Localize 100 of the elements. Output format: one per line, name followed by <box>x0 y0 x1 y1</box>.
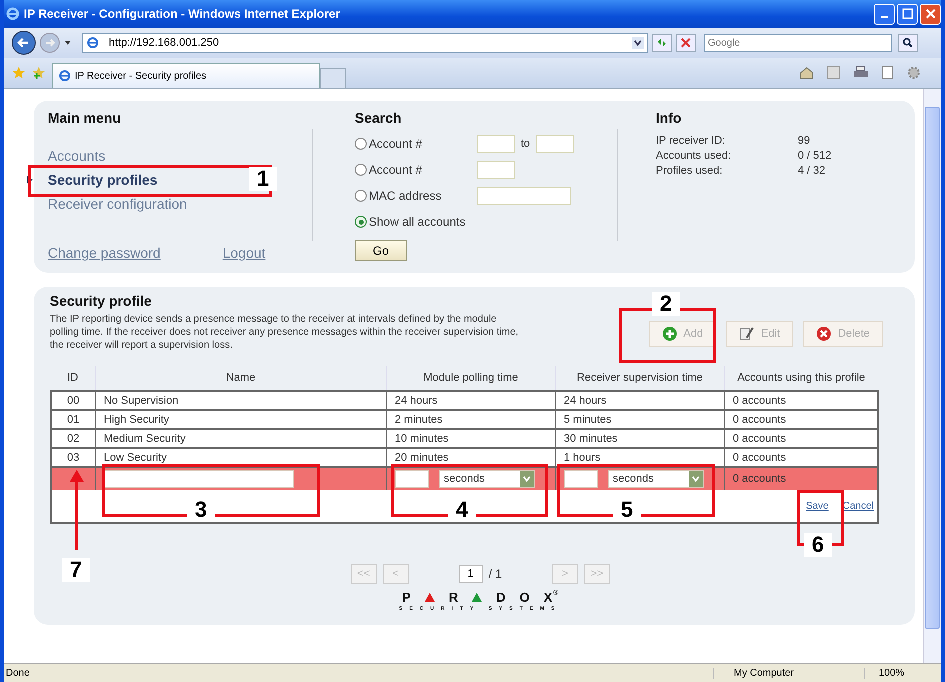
radio-label[interactable]: MAC address <box>369 189 442 203</box>
callout-number: 2 <box>652 292 680 316</box>
callout-number: 1 <box>249 167 278 191</box>
section-heading: Main menu <box>48 110 122 126</box>
window-title: IP Receiver - Configuration - Windows Internet Explorer <box>24 7 342 21</box>
radio-button[interactable] <box>355 138 367 150</box>
status-text: Done <box>6 668 31 678</box>
menu-link[interactable]: Logout <box>222 245 266 261</box>
maximize-icon <box>902 8 914 20</box>
menu-item[interactable]: Security profiles <box>48 172 158 188</box>
page-field[interactable]: 1 <box>458 565 483 583</box>
table-cell: 0 accounts <box>733 473 786 485</box>
info-label: Profiles used: <box>656 165 724 177</box>
table-cell: 0 accounts <box>724 391 878 410</box>
search-field[interactable]: Google <box>704 34 892 52</box>
page-icon <box>59 70 71 82</box>
table-cell: 03 <box>51 448 96 467</box>
page-total: / 1 <box>488 567 502 581</box>
section-heading: Info <box>656 110 683 126</box>
favorites-star-icon[interactable] <box>12 66 26 80</box>
table-cell: 5 minutes <box>556 410 724 429</box>
column-header: Module polling time <box>386 366 556 391</box>
stop-icon <box>680 37 692 49</box>
home-icon[interactable] <box>799 66 815 80</box>
row-action-link[interactable]: Save <box>806 500 829 512</box>
table-cell: 2 minutes <box>386 410 556 429</box>
radio-label[interactable]: Account # <box>369 163 422 177</box>
info-value: 0 / 512 <box>798 150 832 162</box>
info-value: 4 / 32 <box>798 165 826 177</box>
dropdown-icon[interactable] <box>632 37 644 49</box>
minimize-button[interactable] <box>874 4 895 24</box>
section-heading: Search <box>355 110 403 126</box>
x-circle-icon <box>816 326 832 342</box>
triangle-icon <box>424 593 435 602</box>
add-favorite-icon[interactable] <box>32 66 46 80</box>
browser-tab[interactable]: IP Receiver - Security profiles <box>52 63 320 88</box>
radio-button[interactable] <box>355 164 367 176</box>
search-button[interactable] <box>898 34 918 52</box>
table-cell: 10 minutes <box>386 429 556 448</box>
table-cell: No Supervision <box>96 391 386 410</box>
browser-icon <box>6 7 20 21</box>
table-cell: 30 minutes <box>556 429 724 448</box>
refresh-button[interactable] <box>652 34 672 52</box>
table-cell: 24 hours <box>556 391 724 410</box>
table-cell: High Security <box>96 410 386 429</box>
scrollbar[interactable] <box>923 89 941 663</box>
minimize-icon <box>881 16 888 18</box>
menu-item[interactable]: Accounts <box>48 148 106 164</box>
table-cell: 00 <box>51 391 96 410</box>
back-button[interactable] <box>12 31 36 55</box>
logo-letter: O <box>520 590 530 605</box>
input-field[interactable] <box>477 187 571 205</box>
address-field[interactable]: http://192.168.001.250 <box>82 33 648 53</box>
table-cell: 24 hours <box>386 391 556 410</box>
column-header: ID <box>51 366 96 391</box>
printer-icon[interactable] <box>853 66 869 80</box>
chevron-down-icon <box>522 474 532 484</box>
table-cell: 01 <box>51 410 96 429</box>
unit-dropdown[interactable]: seconds <box>608 470 704 488</box>
description-text: The IP reporting device sends a presence message to the receiver at intervals defined by the module polling time. If the receiver does not receiver any presence messages within the receiver supervision time, the receiver will report a supervision loss. <box>50 313 520 352</box>
logo-letter: R <box>448 590 458 605</box>
page-icon[interactable] <box>881 66 895 80</box>
name-field[interactable] <box>104 470 294 488</box>
notepad-pencil-icon <box>739 326 756 342</box>
radio-button[interactable] <box>355 216 367 228</box>
go-button[interactable]: Go <box>355 240 407 261</box>
section-heading: Security profile <box>50 293 153 309</box>
number-field[interactable] <box>395 470 429 488</box>
dropdown-icon[interactable] <box>64 39 72 47</box>
info-label: Accounts used: <box>656 150 732 162</box>
search-icon <box>902 37 914 49</box>
logo-letter: D <box>496 590 506 605</box>
callout-number: 6 <box>804 533 832 557</box>
menu-link[interactable]: Change password <box>48 245 161 261</box>
close-button[interactable] <box>920 4 941 24</box>
callout-number: 7 <box>62 558 90 582</box>
refresh-icon <box>656 37 668 49</box>
table-cell: Medium Security <box>96 429 386 448</box>
input-field[interactable] <box>477 135 515 153</box>
zone-text: My Computer <box>713 668 864 678</box>
stop-button[interactable] <box>676 34 696 52</box>
radio-button[interactable] <box>355 190 367 202</box>
page-icon <box>87 37 99 49</box>
radio-label[interactable]: Show all accounts <box>369 215 466 229</box>
unit-dropdown[interactable]: seconds <box>439 470 535 488</box>
gear-icon[interactable] <box>907 66 921 80</box>
row-action-link[interactable]: Cancel <box>842 500 874 512</box>
new-tab-button[interactable] <box>320 68 346 88</box>
menu-item[interactable]: Receiver configuration <box>48 196 188 212</box>
number-field[interactable] <box>564 470 598 488</box>
zoom-level[interactable]: 100% <box>864 668 939 678</box>
radio-label[interactable]: Account # <box>369 137 422 151</box>
logo-letter: P <box>402 590 411 605</box>
input-field[interactable] <box>536 135 574 153</box>
url-text: http://192.168.001.250 <box>109 37 220 49</box>
column-header: Name <box>96 366 386 391</box>
input-field[interactable] <box>477 161 515 179</box>
range-label: to <box>521 138 530 150</box>
forward-arrow-icon <box>44 37 56 49</box>
maximize-button[interactable] <box>897 4 918 24</box>
